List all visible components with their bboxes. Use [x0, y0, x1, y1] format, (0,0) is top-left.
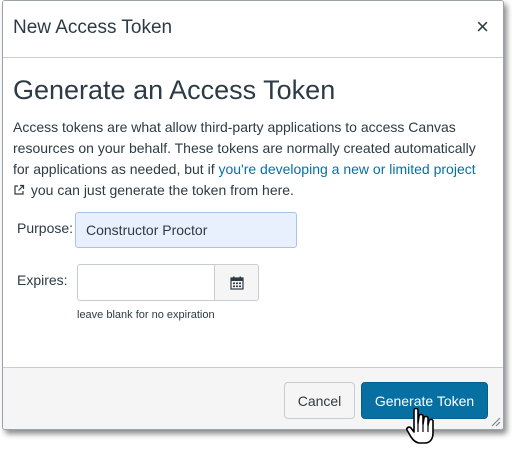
calendar-button[interactable] [214, 265, 258, 300]
resize-grip-icon[interactable] [489, 415, 501, 427]
calendar-icon [230, 276, 244, 290]
external-link-icon[interactable] [13, 184, 25, 196]
expires-hint: leave blank for no expiration [77, 309, 215, 321]
purpose-input[interactable] [75, 212, 297, 248]
description-text-after: you can just generate the token from her… [27, 182, 294, 198]
dialog-titlebar: New Access Token × [3, 1, 503, 58]
description: Access tokens are what allow third-party… [13, 117, 493, 201]
close-icon[interactable]: × [476, 16, 489, 38]
dialog-title: New Access Token [13, 17, 173, 38]
page-heading: Generate an Access Token [13, 75, 336, 105]
dialog-body: Generate an Access Token Access tokens a… [3, 58, 503, 366]
cancel-button[interactable]: Cancel [284, 382, 355, 419]
generate-token-button[interactable]: Generate Token [361, 382, 488, 419]
new-access-token-dialog: New Access Token × Generate an Access To… [2, 0, 504, 430]
expires-label: Expires: [17, 272, 68, 288]
expires-input[interactable] [78, 265, 215, 300]
developer-docs-link[interactable]: you're developing a new or limited proje… [218, 161, 475, 177]
purpose-label: Purpose: [17, 220, 74, 236]
expires-field-group [77, 264, 259, 301]
dialog-footer: Cancel Generate Token [3, 367, 503, 429]
